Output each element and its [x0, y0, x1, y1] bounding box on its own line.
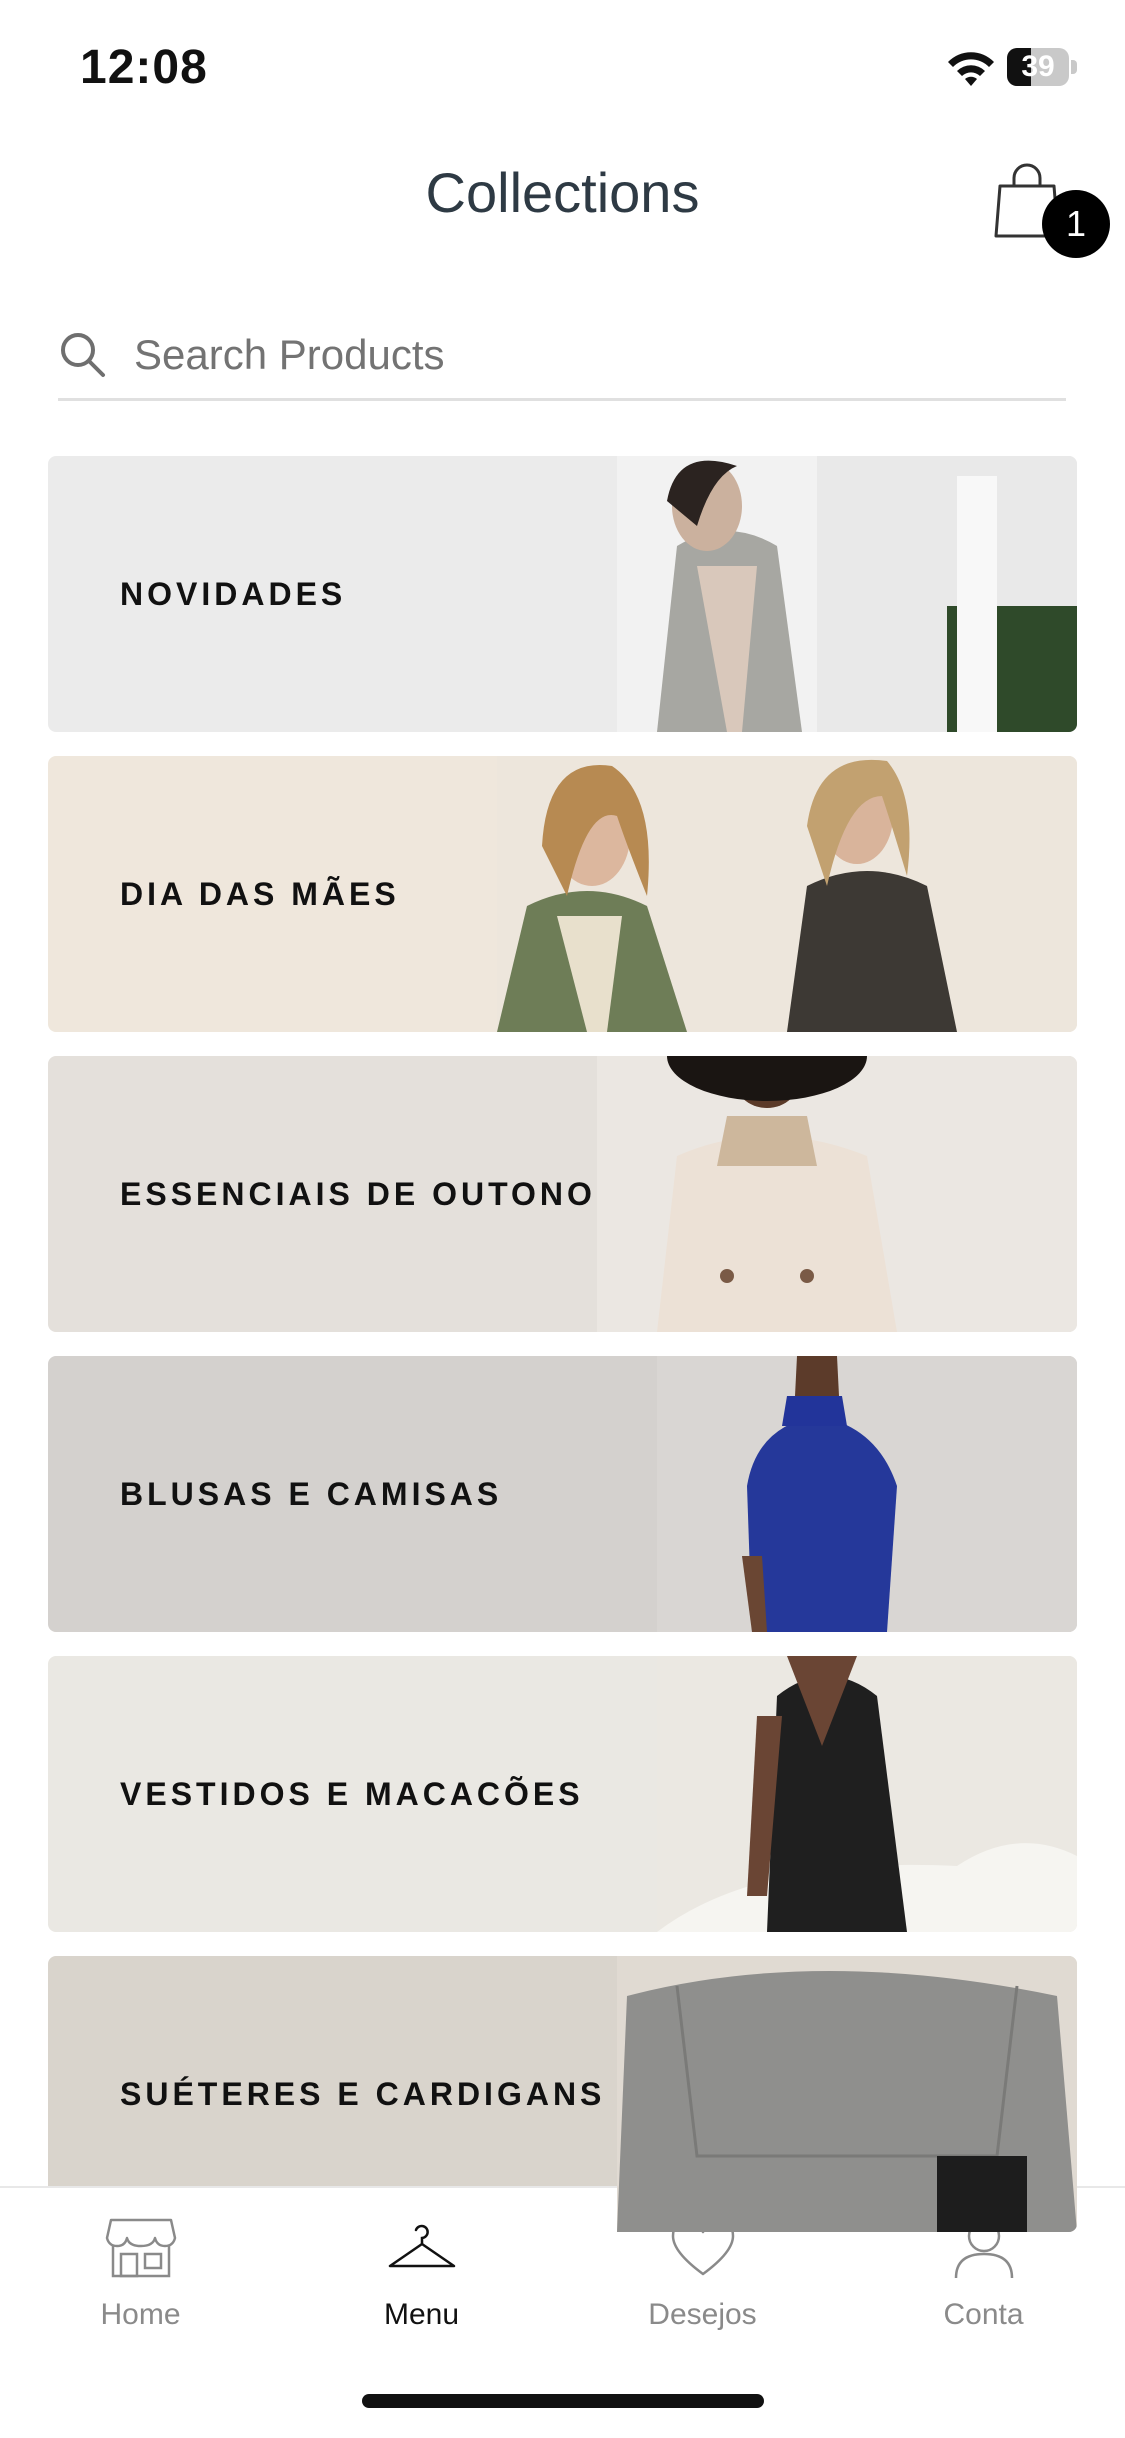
collection-card-dia-das-maes[interactable]: DIA DAS MÃES: [48, 756, 1077, 1032]
collection-label: NOVIDADES: [120, 575, 347, 612]
wifi-icon: [948, 52, 994, 86]
collection-card-sueteres-e-cardigans[interactable]: SUÉTERES E CARDIGANS: [48, 1956, 1077, 2232]
cart-count-badge: 1: [1042, 190, 1110, 258]
collection-label: VESTIDOS E MACACÕES: [120, 1775, 584, 1812]
tab-label: Menu: [383, 2298, 460, 2331]
status-time: 12:08: [80, 41, 208, 94]
battery-icon: 39: [1007, 48, 1077, 86]
collection-card-vestidos-e-macacoes[interactable]: VESTIDOS E MACACÕES: [48, 1656, 1077, 1932]
collection-photo: [617, 1956, 1077, 2232]
tab-label: Home: [100, 2298, 181, 2331]
tab-label: Desejos: [648, 2298, 757, 2331]
page-title: Collections: [425, 161, 700, 224]
cart-button[interactable]: 1: [980, 150, 1110, 270]
search-input[interactable]: [134, 320, 1054, 390]
collection-label: BLUSAS E CAMISAS: [120, 1475, 503, 1512]
collection-label: DIA DAS MÃES: [120, 875, 400, 912]
collection-card-blusas-e-camisas[interactable]: BLUSAS E CAMISAS: [48, 1356, 1077, 1632]
collection-card-novidades[interactable]: NOVIDADES: [48, 456, 1077, 732]
collection-photo: [657, 1656, 1077, 1932]
search-icon: [61, 333, 105, 377]
status-bar: 12:08 39: [0, 0, 1125, 140]
tab-label: Conta: [943, 2298, 1024, 2331]
search-bar[interactable]: [58, 320, 1066, 401]
collection-label: SUÉTERES E CARDIGANS: [120, 2075, 606, 2112]
collection-photo: [497, 756, 1077, 1032]
collection-photo: [597, 1056, 1077, 1332]
battery-level: 39: [1021, 50, 1055, 83]
collection-label: ESSENCIAIS DE OUTONO: [120, 1175, 596, 1212]
collection-card-essenciais-de-outono[interactable]: ESSENCIAIS DE OUTONO: [48, 1056, 1077, 1332]
collection-photo: [617, 456, 1077, 732]
collection-photo: [657, 1356, 1077, 1632]
home-indicator: [362, 2394, 764, 2408]
